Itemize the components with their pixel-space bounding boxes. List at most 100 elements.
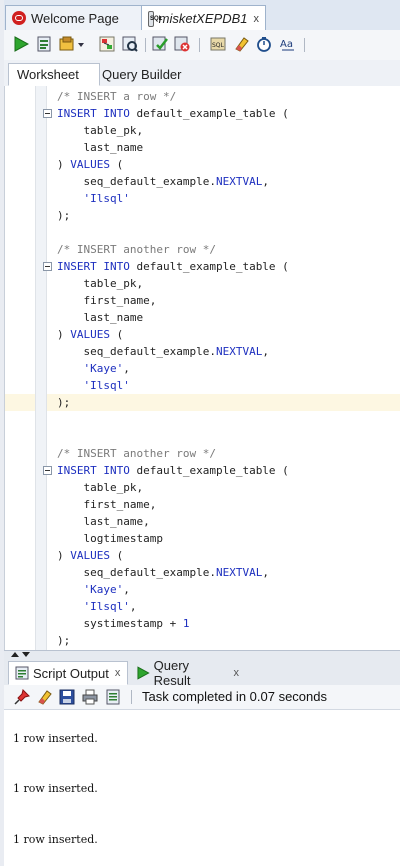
tab-script-output[interactable]: Script Output x [8, 661, 128, 685]
tab-welcome-page[interactable]: Welcome Page [5, 5, 142, 30]
sql-tuning-advisor-icon[interactable] [122, 36, 138, 52]
code-token: logtimestamp [57, 532, 163, 545]
code-line: last_name [57, 309, 143, 326]
code-token: NEXTVAL [215, 345, 263, 358]
code-token: 'Ilsql' [57, 379, 130, 392]
code-line: 'Kaye', [57, 360, 130, 377]
run-statement-icon[interactable] [13, 36, 29, 52]
code-line: table_pk, [57, 275, 143, 292]
code-token: ( [110, 158, 124, 171]
close-tab-icon[interactable]: x [115, 667, 121, 679]
code-token: ) [57, 549, 71, 562]
code-token: VALUES [70, 549, 110, 562]
commit-icon[interactable] [152, 36, 168, 52]
code-line: systimestamp + 1 [57, 615, 189, 632]
editor-gutter [35, 86, 47, 650]
eraser-icon[interactable] [36, 689, 52, 705]
tab-label: Welcome Page [31, 10, 119, 26]
output-line: 1 row inserted. [13, 732, 98, 745]
tab-worksheet[interactable]: Worksheet [8, 63, 100, 86]
code-line: /* INSERT another row */ [57, 445, 216, 462]
code-token: ) [57, 328, 71, 341]
code-token: systimestamp + [57, 617, 183, 630]
format-case-icon[interactable]: Aa [280, 36, 296, 52]
code-token: ); [57, 396, 71, 409]
code-token: INSERT INTO [57, 260, 130, 273]
code-token: default_example_table ( [129, 107, 289, 120]
script-output-area[interactable]: 1 row inserted. 1 row inserted. 1 row in… [4, 710, 400, 866]
code-line: 'Ilsql' [57, 190, 130, 207]
clear-icon[interactable] [233, 36, 249, 52]
print-icon[interactable] [82, 689, 98, 705]
script-output-icon [15, 666, 29, 680]
code-token: first_name, [57, 294, 157, 307]
code-line: ) VALUES ( [57, 547, 123, 564]
toolbar-separator [145, 38, 146, 52]
code-line: seq_default_example.NEXTVAL, [57, 564, 269, 581]
code-line: 'Ilsql' [57, 377, 130, 394]
code-token: , [123, 362, 130, 375]
code-token: VALUES [70, 158, 110, 171]
tab-query-builder[interactable]: Query Builder [94, 63, 204, 86]
run-script-icon[interactable] [36, 36, 52, 52]
tab-query-result[interactable]: Query Result x [130, 658, 245, 688]
code-line: /* INSERT another row */ [57, 241, 216, 258]
fold-toggle-icon[interactable] [43, 262, 52, 271]
buffer-size-icon[interactable] [105, 689, 121, 705]
code-token: ); [57, 634, 71, 647]
code-token: last_name [57, 141, 144, 154]
code-token: 'Ilsql' [57, 600, 130, 613]
code-token: default_example_table ( [129, 464, 289, 477]
code-token: VALUES [70, 328, 110, 341]
svg-text:SQL: SQL [212, 42, 225, 49]
output-tab-bar: Script Output x Query Result x [4, 658, 400, 688]
save-icon[interactable] [59, 689, 75, 705]
code-token: seq_default_example. [57, 566, 216, 579]
code-token: NEXTVAL [215, 175, 263, 188]
code-line: ); [57, 394, 70, 411]
code-line: INSERT INTO default_example_table ( [57, 258, 289, 275]
code-token: 1 [182, 617, 190, 630]
query-result-icon [137, 666, 150, 680]
sql-editor[interactable]: /* INSERT a row */ INSERT INTO default_ex… [4, 86, 400, 650]
close-tab-icon[interactable]: x [234, 667, 240, 679]
explain-plan-icon[interactable] [99, 36, 115, 52]
tab-label: Query Result [153, 658, 191, 688]
svg-text:Aa: Aa [280, 39, 293, 50]
code-line: 'Kaye', [57, 581, 129, 598]
oracle-icon [12, 11, 26, 25]
code-token: seq_default_example. [57, 175, 216, 188]
code-line: last_name [57, 139, 143, 156]
code-token: 'Ilsql' [57, 192, 130, 205]
close-tab-icon[interactable]: x [254, 13, 260, 25]
code-line: 'Ilsql', [57, 598, 136, 615]
pin-icon[interactable] [14, 689, 30, 705]
output-line: 1 row inserted. [13, 833, 98, 846]
code-token: 'Kaye' [57, 583, 124, 596]
code-token: last_name [57, 311, 144, 324]
code-token: ) [57, 158, 71, 171]
tab-misketxepdb1[interactable]: misketXEPDB1 x [141, 5, 266, 31]
toolbar-separator [304, 38, 305, 52]
code-token: , [262, 566, 269, 579]
code-line: table_pk, [57, 122, 143, 139]
code-line: first_name, [57, 496, 156, 513]
autotrace-icon[interactable] [59, 36, 75, 52]
worksheet-tab-bar: Worksheet Query Builder [4, 60, 400, 87]
output-toolbar: Task completed in 0.07 seconds [4, 685, 400, 710]
code-token: , [262, 175, 269, 188]
code-line: last_name, [57, 513, 149, 530]
code-line: ) VALUES ( [57, 326, 123, 343]
code-line: seq_default_example.NEXTVAL, [57, 343, 268, 360]
chevron-down-icon[interactable] [76, 36, 86, 52]
code-token: , [129, 600, 137, 613]
splitter-arrows-icon[interactable] [10, 651, 34, 658]
tab-label: Query Builder [102, 67, 182, 82]
sql-monitor-icon[interactable] [256, 36, 272, 52]
sql-history-icon[interactable]: SQL [210, 36, 226, 52]
fold-toggle-icon[interactable] [43, 466, 52, 475]
rollback-icon[interactable] [174, 36, 190, 52]
output-line: 1 row inserted. [13, 782, 98, 795]
fold-toggle-icon[interactable] [43, 109, 52, 118]
code-token: NEXTVAL [215, 566, 263, 579]
